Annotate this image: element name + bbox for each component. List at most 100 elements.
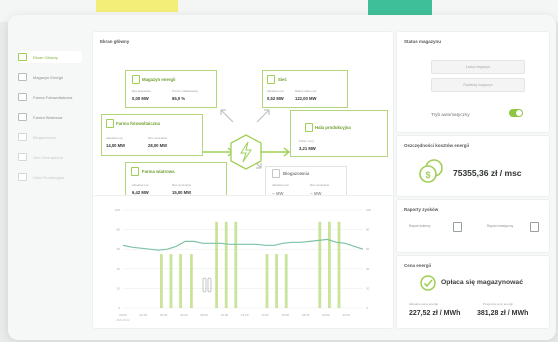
x-tick-label: 06:00 [180,313,188,317]
power-tower-icon [267,75,275,84]
stat-label: Moc nominalna [148,136,167,140]
sidebar-item-label: Hala Produkcyjna [33,174,65,180]
x-tick-label: 16:00 [282,313,290,317]
y-tick-label: 60 [117,247,121,251]
storage-title: Magazyn energii [142,77,176,82]
x-date-label: 2023-05-02 [116,318,130,322]
y-tick-label: 20 [117,286,121,290]
chart-bar [190,254,193,308]
y2-tick-label: 60 [366,247,370,251]
energy-chart-panel: 100 100 80 80 60 60 40 40 20 20 0 0 00:00 02:00 04:00 0… [92,195,394,329]
solar-card[interactable]: Farma fotowoltaiczna Aktualna moc 14,00 … [101,114,203,156]
hall-card[interactable]: Hala produkcyjna Pobór mocy 3,21 MW [290,110,388,157]
hall-title: Hala produkcyjna [315,125,351,130]
stat-value: 122,00 MW [295,96,317,101]
energy-price-panel: Cena energii Opłaca się magazynować Aktu… [396,255,550,329]
sidebar-item-grid[interactable]: Sieć Zewnętrzna [18,151,82,163]
stat-label: Moc nominalna [310,183,329,187]
stat-label: Moc nominalna [172,183,191,187]
sidebar-item-label: Sieć Zewnętrzna [33,154,63,160]
main-diagram-panel: Ekran główny Magazyn energii Moc ładowan… [92,31,394,207]
coins-icon: $ [419,159,443,183]
arrow-storage-icon [220,109,234,123]
factory-icon [18,173,27,181]
y2-tick-label: 20 [366,286,370,290]
stat-label: Aktualna moc [267,89,284,93]
x-tick-label: 20:00 [322,313,330,317]
sidebar-item-solar[interactable]: Farma Fotowoltaiczna [18,91,82,103]
chart-bar [169,254,173,308]
sidebar-item-home[interactable]: Ekran Główny [18,51,82,63]
x-tick-label: 12:00 [241,313,249,317]
sidebar-item-wind[interactable]: Farma Wiatrowa [18,111,82,123]
y2-tick-label: 0 [366,306,368,310]
chart-bar [160,254,163,308]
stat-value: 3,21 MW [299,146,316,151]
discharge-button[interactable]: Rozładuj magazyn [431,78,525,92]
biogas-icon [18,133,27,141]
svg-text:$: $ [425,170,430,180]
app-window: Ekran Główny Magazyn Energii Farma Fotow… [8,15,556,340]
sidebar-item-storage[interactable]: Magazyn Energii [18,71,82,83]
x-tick-label: 00:00 [119,313,127,317]
x-tick-label: 04:00 [160,313,168,317]
charge-button[interactable]: Ładuj magazyn [431,60,525,74]
price-message: Opłaca się magazynować [441,279,523,286]
monthly-report-link[interactable]: Raport miesięczny [487,224,521,228]
hub-hexagon-icon [230,134,262,170]
x-tick-label: 18:00 [302,313,310,317]
home-icon [18,53,27,61]
y2-tick-label: 40 [366,267,370,271]
solar-title: Farma fotowoltaiczna [116,121,160,126]
stat-label: Pobór mocy [299,139,314,143]
x-tick-label: 02:00 [140,313,148,317]
x-tick-label: 22:00 [342,313,350,317]
stat-label: Moc ładowania [132,89,151,93]
storage-card[interactable]: Magazyn energii Moc ładowania 0,00 MW Po… [125,70,217,108]
auto-mode-toggle[interactable] [509,109,523,117]
sidebar-item-hall[interactable]: Hala Produkcyjna [18,171,82,183]
y-tick-label: 40 [117,267,121,271]
excel-icon[interactable] [453,222,462,232]
wind-turbine-icon [131,167,139,176]
daily-report-link[interactable]: Raport dzienny [409,224,443,228]
sidebar-item-label: Magazyn Energii [33,74,63,80]
toggle-knob [516,110,522,116]
arrow-hall-icon [259,147,291,157]
chart-bar [318,221,322,308]
zoom-handle-icon [202,277,207,293]
check-circle-icon [420,275,436,291]
buy-price-label: Aktualna cena energii [409,302,438,306]
sell-price-label: Prognoza ceny energii [483,302,513,306]
reports-title: Raporty zysków [404,207,439,212]
y-tick-label: 100 [115,208,120,212]
wind-turbine-icon [18,113,27,121]
stat-value: 14,00 MW [106,143,126,148]
grid-card[interactable]: Sieć Aktualna moc 0,52 MW Maksymalna moc… [262,70,348,108]
buy-price-value: 227,52 zł / MWh [409,310,461,317]
chart-bar [215,221,218,308]
sell-price-value: 381,28 zł / MWh [477,310,529,317]
solar-panel-icon [18,93,27,101]
factory-icon [305,123,313,132]
chart-bar [234,221,238,308]
y2-tick-label: 100 [366,208,371,212]
zoom-handle-icon [207,277,212,293]
chart-bar [224,221,228,308]
chart-bar [179,254,182,308]
chart-bar [265,254,269,308]
excel-icon[interactable] [530,222,539,232]
biogas-title: Biogazownia [283,171,310,176]
chart-bar [275,254,278,308]
savings-panel: Oszczędności kosztów energii $ 75355,36 … [396,135,550,197]
arrow-solar-icon [201,147,235,157]
sidebar: Ekran Główny Magazyn Energii Farma Fotow… [8,15,86,340]
reports-panel: Raporty zysków Raport dzienny Raport mie… [396,199,550,253]
y2-tick-label: 80 [366,228,370,232]
solar-panel-icon [106,119,114,128]
arrow-grid-icon [256,109,270,123]
chart-bar [337,221,341,308]
stat-value: 0,00 MW [132,96,149,101]
sidebar-item-biogas[interactable]: Biogazownia [18,131,82,143]
energy-chart: 100 100 80 80 60 60 40 40 20 20 0 0 00:00 02:00 04:00 0… [115,208,371,322]
